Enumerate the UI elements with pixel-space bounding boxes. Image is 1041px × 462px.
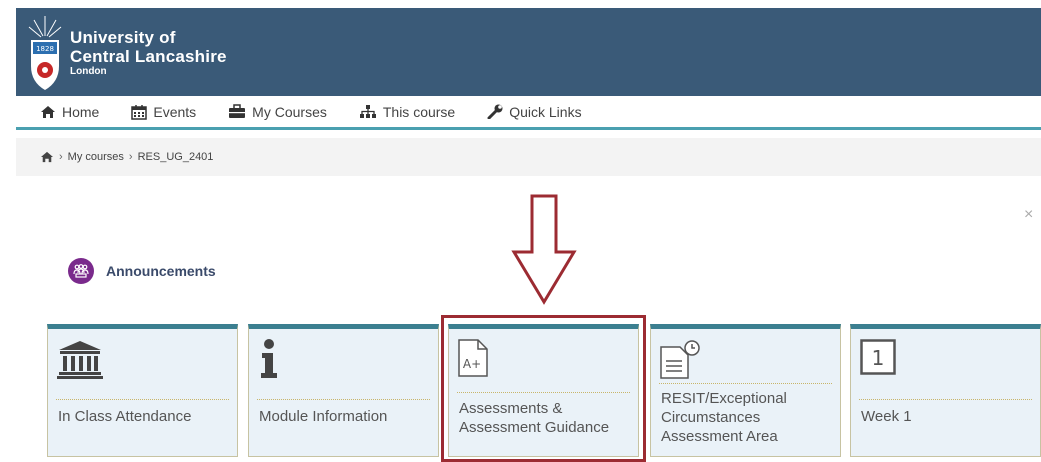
university-logo[interactable]: 1828 University of Central Lancashire Lo…	[28, 14, 227, 92]
tile-in-class-attendance[interactable]: In Class Attendance	[47, 324, 238, 457]
svg-text:1828: 1828	[36, 45, 54, 53]
nav-quick-links-label: Quick Links	[509, 103, 582, 120]
close-button[interactable]: ×	[1024, 206, 1033, 224]
tile-label: Module Information	[259, 408, 388, 425]
nav-events[interactable]: Events	[131, 104, 196, 120]
people-icon	[68, 258, 94, 284]
nav-this-course-label: This course	[382, 103, 456, 120]
tile-label: Week 1	[861, 408, 912, 425]
announcements-link[interactable]: Announcements	[68, 258, 216, 284]
tile-module-information[interactable]: Module Information	[248, 324, 439, 457]
nav-events-label: Events	[153, 103, 197, 120]
site-header: 1828 University of Central Lancashire Lo…	[16, 8, 1041, 96]
number-box-icon: 1	[860, 339, 896, 375]
nav-quick-links[interactable]: Quick Links	[487, 103, 582, 120]
announcements-label: Announcements	[106, 263, 216, 279]
tile-resit-exceptional[interactable]: RESIT/Exceptional Circumstances Assessme…	[650, 324, 841, 457]
logo-line-3: London	[70, 66, 107, 77]
document-clock-icon	[660, 340, 700, 379]
highlight-box-annotation	[441, 315, 646, 462]
tile-divider	[56, 399, 229, 400]
nav-this-course[interactable]: This course	[359, 104, 455, 120]
sitemap-icon	[359, 105, 376, 118]
info-icon	[261, 339, 277, 378]
breadcrumb-course-code[interactable]: RES_UG_2401	[138, 151, 214, 163]
calendar-icon	[131, 104, 148, 120]
breadcrumb: › My courses › RES_UG_2401	[16, 138, 1041, 176]
crest-icon: 1828	[28, 16, 62, 90]
logo-line-1: University of	[70, 28, 176, 47]
breadcrumb-separator: ›	[128, 151, 133, 163]
svg-text:1: 1	[872, 346, 885, 370]
tile-label: In Class Attendance	[58, 408, 192, 425]
wrench-icon	[487, 104, 503, 119]
tile-divider	[859, 399, 1032, 400]
tile-divider	[659, 383, 832, 384]
home-icon	[41, 105, 55, 118]
tile-week-1[interactable]: 1 Week 1	[850, 324, 1041, 457]
tile-label: RESIT/Exceptional Circumstances Assessme…	[661, 390, 787, 445]
down-arrow-annotation	[511, 194, 577, 305]
home-icon[interactable]	[40, 151, 54, 163]
tile-divider	[257, 399, 430, 400]
nav-my-courses-label: My Courses	[252, 103, 327, 120]
nav-home[interactable]: Home	[40, 104, 99, 120]
breadcrumb-separator: ›	[59, 151, 63, 163]
building-icon	[57, 341, 103, 379]
breadcrumb-my-courses[interactable]: My courses	[68, 151, 124, 163]
briefcase-icon	[229, 104, 246, 118]
logo-line-2: Central Lancashire	[70, 47, 227, 66]
nav-my-courses[interactable]: My Courses	[228, 104, 327, 120]
nav-home-label: Home	[62, 103, 100, 120]
main-navigation: Home Events My Courses This course Quick…	[16, 96, 1041, 130]
